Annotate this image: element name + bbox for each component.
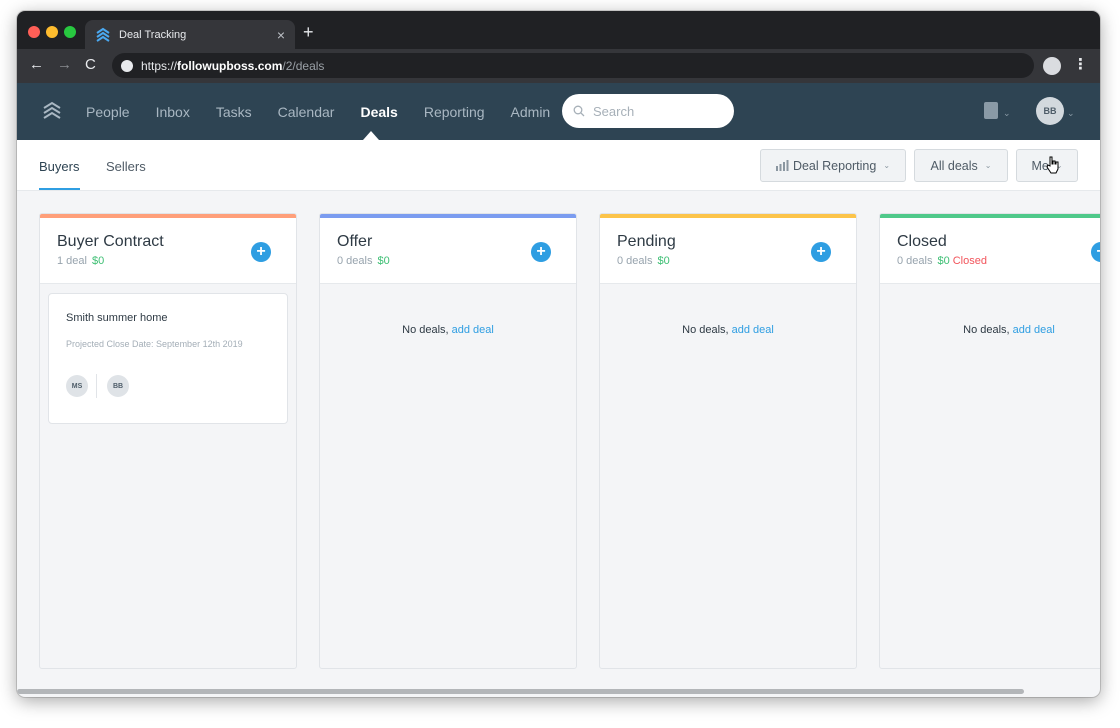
add-deal-button[interactable]: + [1091,242,1100,262]
column-pending: Pending 0 deals $0 + No deals, add deal [599,213,857,669]
deal-amount: $0 [937,255,950,267]
deal-count: 0 deals [897,255,933,267]
nav-item-reporting[interactable]: Reporting [424,104,485,120]
new-tab-button[interactable]: + [303,23,314,41]
column-summary: 0 deals $0 [617,255,670,267]
deal-reporting-button[interactable]: Deal Reporting ⌄ [760,149,906,182]
browser-menu-icon[interactable]: ⋮ [1073,57,1088,72]
app-logo-icon[interactable] [42,101,62,121]
deal-card[interactable]: Smith summer home Projected Close Date: … [48,293,288,424]
column-title: Buyer Contract [57,233,164,250]
browser-window: Deal Tracking × + ← → C https://followup… [17,11,1100,697]
all-deals-label: All deals [930,158,978,173]
add-deal-button[interactable]: + [531,242,551,262]
add-deal-link[interactable]: add deal [452,324,494,336]
notebook-icon[interactable] [984,102,998,119]
deal-amount: $0 [91,255,105,267]
deals-subheader: Buyers Sellers Deal Reporting ⌄ All deal… [17,140,1100,191]
site-info-icon[interactable] [121,59,133,72]
tab-sellers[interactable]: Sellers [106,159,146,174]
empty-state-text: No deals, [402,324,449,336]
column-header: Buyer Contract 1 deal $0 + [40,218,296,284]
chevron-down-icon: ⌄ [984,161,992,170]
active-tab-underline [39,188,80,190]
empty-state: No deals, add deal [880,324,1100,336]
deal-amount: $0 [657,255,670,267]
add-deal-button[interactable]: + [251,242,271,262]
followupboss-logo-icon [96,27,110,42]
nav-item-deals[interactable]: Deals [360,104,397,120]
column-summary: 1 deal $0 [57,255,104,267]
nav-items: People Inbox Tasks Calendar Deals Report… [86,83,576,140]
back-arrow-icon[interactable]: ← [29,57,44,72]
address-bar[interactable]: https://followupboss.com/2/deals [112,53,1034,78]
add-deal-button[interactable]: + [811,242,831,262]
column-header: Pending 0 deals $0 + [600,218,856,284]
add-deal-link[interactable]: add deal [732,324,774,336]
column-title: Closed [897,233,947,250]
reload-icon[interactable]: C [85,57,96,72]
column-summary: 0 deals $0 [337,255,390,267]
nav-item-calendar[interactable]: Calendar [278,104,335,120]
chevron-down-icon[interactable]: ⌄ [1003,108,1011,119]
deal-close-date: Projected Close Date: September 12th 201… [66,339,243,349]
browser-tab[interactable]: Deal Tracking × [85,20,295,49]
nav-item-inbox[interactable]: Inbox [156,104,190,120]
search-box[interactable] [562,94,734,128]
all-deals-dropdown[interactable]: All deals ⌄ [914,149,1008,182]
empty-state-text: No deals, [963,324,1010,336]
avatar-divider [96,374,97,398]
column-closed: Closed 0 deals$0Closed + No deals,add de… [879,213,1100,669]
browser-tab-strip: Deal Tracking × + [17,11,1100,49]
browser-toolbar: ← → C https://followupboss.com/2/deals ⋮ [17,49,1100,83]
column-title: Offer [337,233,373,250]
column-summary: 0 deals $0 Closed [897,255,987,267]
deal-name: Smith summer home [66,312,168,324]
search-input[interactable] [593,103,713,119]
tab-close-icon[interactable]: × [277,28,285,42]
url-text: https://followupboss.com/2/deals [141,58,325,73]
tab-title: Deal Tracking [119,28,187,41]
nav-item-admin[interactable]: Admin [511,104,551,120]
minimize-window-button[interactable] [46,26,58,38]
deal-reporting-label: Deal Reporting [792,158,877,173]
column-title: Pending [617,233,676,250]
column-offer: Offer 0 deals $0 + No deals, add deal [319,213,577,669]
forward-arrow-icon[interactable]: → [57,57,72,72]
add-deal-link[interactable]: add deal [1013,324,1055,336]
active-nav-caret [363,131,379,140]
person-avatar[interactable]: BB [107,375,129,397]
empty-state-text: No deals, [682,324,729,336]
column-header: Closed 0 deals$0Closed + [880,218,1100,284]
deal-amount: $0 [377,255,390,267]
app-navigation: People Inbox Tasks Calendar Deals Report… [17,83,1100,140]
search-icon [573,105,585,117]
deal-count: 1 deal [57,255,87,267]
hand-cursor-icon [1046,156,1059,174]
empty-state: No deals, add deal [600,324,856,336]
nav-item-tasks[interactable]: Tasks [216,104,252,120]
deal-count: 0 deals [617,255,653,267]
chevron-down-icon[interactable]: ⌄ [1067,108,1075,119]
column-header: Offer 0 deals $0 + [320,218,576,284]
profile-icon[interactable] [1043,57,1061,75]
empty-state: No deals, add deal [320,324,576,336]
nav-item-people[interactable]: People [86,104,130,120]
person-avatar[interactable]: MS [66,375,88,397]
tab-buyers[interactable]: Buyers [39,159,79,174]
deal-count: 0 deals [337,255,373,267]
close-window-button[interactable] [28,26,40,38]
maximize-window-button[interactable] [64,26,76,38]
column-buyer-contract: Buyer Contract 1 deal $0 + Smith summer h… [39,213,297,669]
closed-amount-label: Closed [952,255,987,267]
bar-chart-icon [775,160,789,171]
chevron-down-icon: ⌄ [883,161,891,170]
user-avatar[interactable]: BB [1036,97,1064,125]
horizontal-scrollbar[interactable] [17,689,1024,694]
